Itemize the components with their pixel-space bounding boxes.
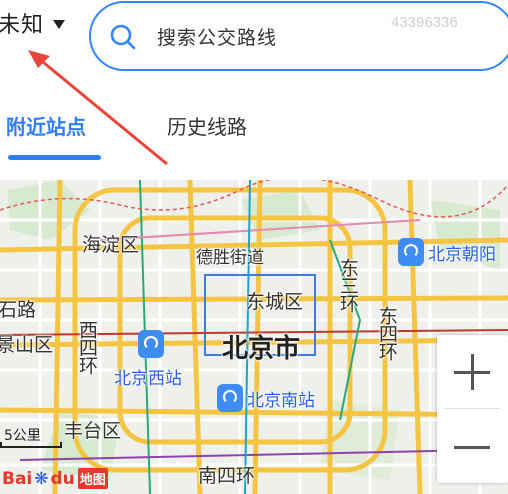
city-selector[interactable]: 未知: [0, 8, 66, 38]
dropdown-caret-icon: [53, 19, 66, 29]
minus-icon: [454, 446, 490, 449]
station-icon: [398, 238, 424, 266]
city-name: 未知: [0, 13, 45, 38]
search-icon: [110, 24, 136, 50]
zoom-divider: [445, 408, 500, 409]
baidu-map-logo: Bai ❋ du 地图: [2, 468, 108, 489]
label-deshengjie: 德胜街道: [196, 248, 264, 268]
station-label-beijing-west: 北京西站: [114, 369, 182, 389]
label-dongcheng: 东城区: [246, 291, 304, 313]
station-beijing-west[interactable]: [138, 330, 164, 358]
logo-text-a: Bai: [2, 468, 33, 489]
logo-map-word: 地图: [77, 468, 108, 489]
station-label: 北京南站: [247, 390, 315, 411]
station-beijing-chaoyang[interactable]: 北京朝阳: [398, 238, 496, 266]
tab-bar: 附近站点 历史线路: [0, 100, 508, 160]
label-beijing-city: 北京市: [222, 334, 301, 364]
label-jingshan-district: 景山区: [0, 334, 54, 356]
label-fengtai: 丰台区: [64, 420, 122, 442]
top-bar: 未知 搜索公交路线 43396336: [0, 0, 508, 86]
station-icon: [217, 384, 243, 412]
watermark-number: 43396336: [391, 14, 458, 31]
station-icon: [138, 330, 164, 358]
paw-icon: ❋: [34, 468, 49, 489]
label-east-3rd-ring: 东三环: [337, 258, 359, 312]
logo-text-b: du: [50, 468, 75, 489]
station-label: 北京朝阳: [428, 244, 496, 265]
map-view[interactable]: 海淀区 德胜街道 东城区 北京市 石路 景山区 西四环 东三环 东四环 丰台区 …: [0, 180, 508, 494]
plus-icon-vertical: [471, 354, 474, 390]
tab-nearby-stations[interactable]: 附近站点: [6, 111, 86, 140]
tab-history-routes[interactable]: 历史线路: [167, 111, 247, 140]
active-tab-indicator: [8, 155, 101, 160]
station-beijing-south[interactable]: 北京南站: [217, 384, 315, 412]
label-shilu: 石路: [0, 299, 37, 321]
scale-bar: [0, 442, 62, 448]
zoom-out-button[interactable]: [437, 410, 508, 483]
label-haidian: 海淀区: [82, 234, 140, 256]
zoom-in-button[interactable]: [437, 335, 508, 408]
label-south-4th-ring: 南四环: [198, 465, 256, 487]
search-input[interactable]: 搜索公交路线 43396336: [89, 1, 508, 71]
search-placeholder: 搜索公交路线: [157, 27, 278, 49]
label-west-4th-ring: 西四环: [76, 320, 98, 374]
label-east-4th-ring: 东四环: [376, 306, 398, 360]
zoom-control: [437, 335, 508, 483]
